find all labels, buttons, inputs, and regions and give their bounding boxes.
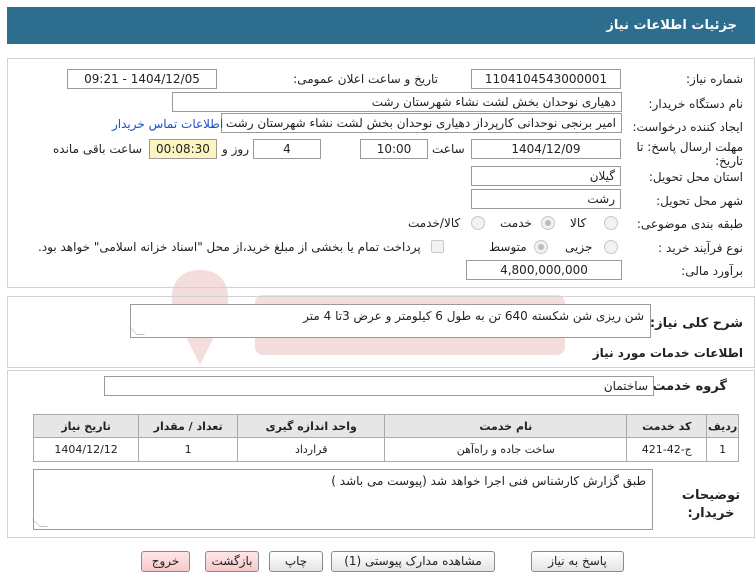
col-unit-header: واحد اندازه گیری — [237, 414, 386, 438]
category-radio-goods-service[interactable] — [471, 216, 485, 230]
need-number-field: 1104104543000001 — [471, 69, 621, 89]
category-option-service: خدمت — [500, 216, 532, 230]
col-name-header: نام خدمت — [384, 414, 628, 438]
budget-label: برآورد مالی: — [681, 264, 743, 278]
buyer-notes-label: توضیحات خریدار: — [681, 488, 741, 521]
need-number-label: شماره نیاز: — [686, 72, 743, 86]
deadline-time-field: 10:00 — [360, 139, 428, 159]
requester-label: ایجاد کننده درخواست: — [632, 120, 743, 134]
page-header: جزئیات اطلاعات نیاز — [7, 7, 755, 44]
province-label: استان محل تحویل: — [648, 170, 743, 184]
treasury-bonds-note: پرداخت تمام یا بخشی از مبلغ خرید،از محل … — [38, 240, 421, 254]
category-option-goods: کالا — [570, 216, 587, 230]
buyer-contact-link[interactable]: اطلاعات تماس خریدار — [112, 117, 223, 131]
purchase-type-label: نوع فرآیند خرید : — [658, 241, 743, 255]
category-radio-goods[interactable] — [604, 216, 618, 230]
buyer-notes-field: طبق گزارش کارشناس فنی اجرا خواهد شد (پیو… — [32, 469, 653, 530]
province-field: گیلان — [471, 166, 621, 186]
service-date: 1404/12/12 — [32, 437, 140, 462]
announce-label: تاریخ و ساعت اعلان عمومی: — [293, 72, 438, 86]
col-qty-header: تعداد / مقدار — [138, 414, 239, 438]
deadline-date-field: 1404/12/09 — [471, 139, 621, 159]
resize-handle-icon[interactable] — [129, 327, 145, 335]
back-button[interactable]: بازگشت — [205, 551, 259, 572]
city-label: شهر محل تحویل: — [656, 194, 743, 208]
general-desc-field: شن ریزی شن شکسته 640 تن به طول 6 کیلومتر… — [129, 304, 651, 338]
purchase-radio-medium[interactable] — [534, 240, 548, 254]
col-row-header: ردیف — [706, 414, 739, 438]
buyer-org-field: دهیاری نوحدان بخش لشت نشاء شهرستان رشت — [172, 92, 622, 112]
category-option-goods-service: کالا/خدمت — [408, 216, 461, 230]
table-row: 1 ج-42-421 ساخت جاده و راه‌آهن قرارداد 1… — [32, 437, 739, 462]
treasury-bonds-checkbox[interactable] — [431, 240, 444, 253]
service-group-label: گروه خدمت: — [647, 379, 727, 394]
days-label: روز و — [222, 142, 249, 156]
row-index: 1 — [706, 437, 739, 462]
purchase-option-minor: جزیی — [565, 240, 593, 254]
buyer-org-label: نام دستگاه خریدار: — [648, 97, 744, 111]
budget-field: 4,800,000,000 — [466, 260, 622, 280]
service-group-field: ساختمان — [104, 376, 654, 396]
service-unit: قرارداد — [237, 437, 386, 462]
remaining-label: ساعت باقی مانده — [53, 142, 143, 156]
purchase-radio-minor[interactable] — [604, 240, 618, 254]
view-attachments-button[interactable]: مشاهده مدارک پیوستی (1) — [331, 551, 495, 572]
announce-field: 1404/12/05 - 09:21 — [67, 69, 217, 89]
general-desc-label: شرح کلی نیاز: — [649, 316, 743, 331]
service-name: ساخت جاده و راه‌آهن — [384, 437, 628, 462]
deadline-label-line2: تاریخ: — [715, 154, 743, 168]
services-table-header: ردیف کد خدمت نام خدمت واحد اندازه گیری ت… — [32, 414, 739, 438]
deadline-label-line1: مهلت ارسال پاسخ: تا — [636, 140, 743, 154]
service-code: ج-42-421 — [626, 437, 708, 462]
remaining-time-field: 00:08:30 — [149, 139, 217, 159]
general-desc-text: شن ریزی شن شکسته 640 تن به طول 6 کیلومتر… — [303, 309, 644, 323]
resize-handle-icon[interactable] — [32, 519, 48, 527]
reply-button[interactable]: پاسخ به نیاز — [531, 551, 624, 572]
col-code-header: کد خدمت — [626, 414, 708, 438]
category-label: طبقه بندی موضوعی: — [636, 217, 743, 231]
city-field: رشت — [471, 189, 621, 209]
requester-field: امیر برنجی نوحدانی کارپرداز دهیاری نوحدا… — [221, 113, 622, 133]
page-title: جزئیات اطلاعات نیاز — [606, 18, 737, 33]
category-radio-service[interactable] — [541, 216, 555, 230]
deadline-time-label: ساعت — [432, 142, 465, 156]
col-date-header: تاریخ نیاز — [32, 414, 140, 438]
services-table: ردیف کد خدمت نام خدمت واحد اندازه گیری ت… — [32, 414, 739, 462]
print-button[interactable]: چاپ — [269, 551, 323, 572]
buyer-notes-text: طبق گزارش کارشناس فنی اجرا خواهد شد (پیو… — [331, 474, 646, 488]
exit-button[interactable]: خروج — [141, 551, 190, 572]
days-field: 4 — [253, 139, 321, 159]
services-info-title: اطلاعات خدمات مورد نیاز — [592, 346, 743, 360]
purchase-option-medium: متوسط — [489, 240, 527, 254]
service-qty: 1 — [138, 437, 239, 462]
